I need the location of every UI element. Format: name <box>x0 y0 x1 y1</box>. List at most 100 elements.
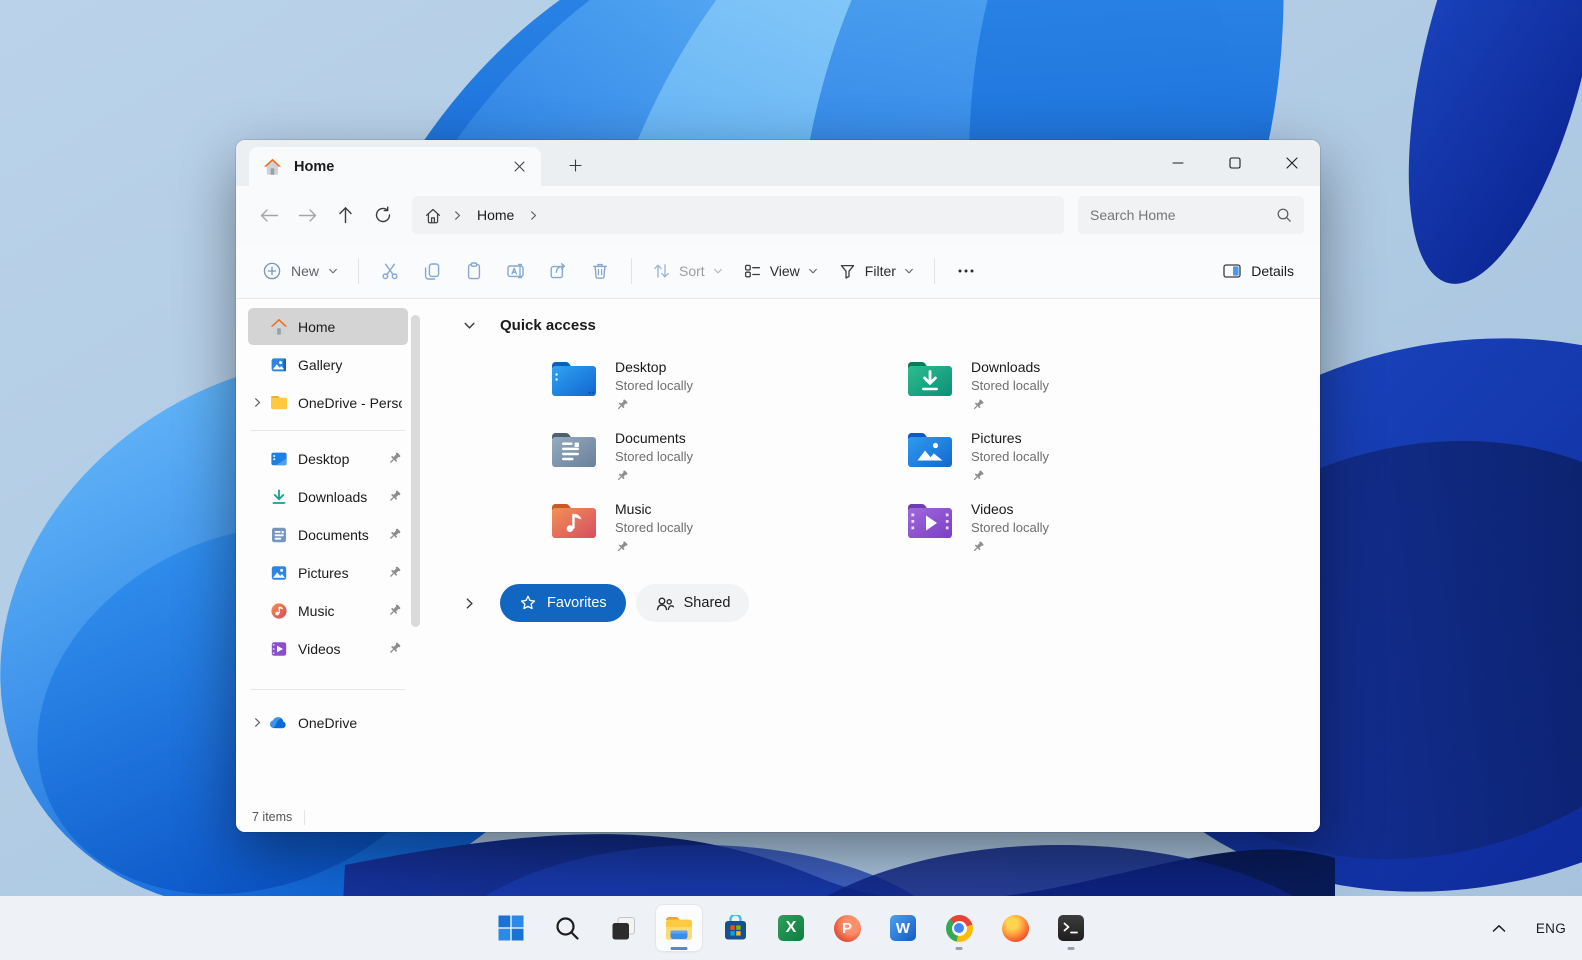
cut-button[interactable] <box>369 253 411 289</box>
status-separator <box>304 809 306 825</box>
filter-button[interactable]: Filter <box>828 256 924 286</box>
star-icon <box>520 595 536 610</box>
expand-chevron-icon[interactable] <box>252 717 269 729</box>
document-icon <box>269 525 288 544</box>
tile-pictures[interactable]: Pictures Stored locally <box>903 427 1213 485</box>
pin-icon <box>615 398 629 412</box>
command-toolbar: New Sort View Filter Details <box>236 244 1320 299</box>
delete-button[interactable] <box>579 253 621 289</box>
shared-pill-button[interactable]: Shared <box>635 584 750 622</box>
close-icon <box>513 161 525 172</box>
refresh-button[interactable] <box>364 197 402 233</box>
copy-button[interactable] <box>411 253 453 289</box>
toolbar-separator <box>631 258 633 284</box>
collapse-chevron-icon[interactable] <box>463 319 476 332</box>
language-indicator[interactable]: ENG <box>1536 921 1566 936</box>
sort-label: Sort <box>679 263 705 279</box>
sidebar-item-desktop[interactable]: Desktop <box>248 440 408 477</box>
sort-button[interactable]: Sort <box>642 256 733 286</box>
tile-music[interactable]: Music Stored locally <box>547 498 857 556</box>
running-app-indicator <box>955 947 963 950</box>
new-tab-button[interactable] <box>559 149 591 181</box>
back-button[interactable] <box>250 197 288 233</box>
search-icon[interactable] <box>1276 207 1292 223</box>
terminal-button[interactable] <box>1048 905 1094 951</box>
folder-icon <box>269 393 288 412</box>
share-button[interactable] <box>537 253 579 289</box>
view-icon <box>744 264 760 278</box>
breadcrumb-chevron-icon[interactable] <box>528 210 539 221</box>
maximize-icon <box>1228 157 1241 169</box>
sidebar-item-downloads[interactable]: Downloads <box>248 478 408 515</box>
chrome-icon <box>945 914 973 942</box>
sidebar-item-videos[interactable]: Videos <box>248 630 408 667</box>
expand-chevron-icon[interactable] <box>463 597 476 610</box>
running-app-indicator <box>1067 947 1075 950</box>
view-button[interactable]: View <box>733 256 828 286</box>
details-button[interactable]: Details <box>1212 256 1304 286</box>
plus-circle-icon <box>263 262 281 280</box>
word-button[interactable]: W <box>880 905 926 951</box>
pin-icon <box>387 527 402 542</box>
tab-close-button[interactable] <box>505 153 533 181</box>
pin-icon <box>971 469 985 483</box>
paste-button[interactable] <box>453 253 495 289</box>
item-count: 7 items <box>252 810 293 824</box>
window-controls <box>1149 140 1320 186</box>
arrow-right-icon <box>298 208 316 222</box>
address-bar[interactable]: Home <box>412 196 1064 234</box>
excel-button[interactable]: X <box>768 905 814 951</box>
navigation-bar: Home <box>236 186 1320 244</box>
tab-strip: Home <box>236 140 1320 186</box>
more-options-button[interactable] <box>945 253 987 289</box>
chrome-button[interactable] <box>936 905 982 951</box>
firefox-button[interactable] <box>992 905 1038 951</box>
tab-home[interactable]: Home <box>249 147 541 186</box>
music-folder-icon <box>552 504 596 538</box>
sidebar-item-onedrive[interactable]: OneDrive <box>248 704 408 741</box>
start-button[interactable] <box>488 905 534 951</box>
arrow-up-icon <box>338 207 352 224</box>
chevron-down-icon <box>904 266 914 276</box>
sidebar-item-pictures[interactable]: Pictures <box>248 554 408 591</box>
microsoft-store-button[interactable] <box>712 905 758 951</box>
close-window-button[interactable] <box>1263 140 1320 186</box>
file-explorer-taskbar-button[interactable] <box>656 905 702 951</box>
sidebar-item-gallery[interactable]: Gallery <box>248 346 408 383</box>
forward-button[interactable] <box>288 197 326 233</box>
new-button[interactable]: New <box>252 255 348 287</box>
tile-desktop[interactable]: Desktop Stored locally <box>547 356 857 414</box>
sidebar-item-music[interactable]: Music <box>248 592 408 629</box>
task-view-icon <box>612 916 635 939</box>
tile-downloads[interactable]: Downloads Stored locally <box>903 356 1213 414</box>
search-taskbar-button[interactable] <box>544 905 590 951</box>
sidebar-item-documents[interactable]: Documents <box>248 516 408 553</box>
tile-documents[interactable]: Documents Stored locally <box>547 427 857 485</box>
sidebar-item-home[interactable]: Home <box>248 308 408 345</box>
active-app-indicator <box>670 947 688 950</box>
breadcrumb-home[interactable]: Home <box>473 205 518 225</box>
favorites-pill-button[interactable]: Favorites <box>500 584 626 622</box>
sidebar-item-onedrive-personal[interactable]: OneDrive - Personal <box>248 384 408 421</box>
file-explorer-window: Home Home Search Home New Sort View Filt… <box>236 140 1320 832</box>
sidebar-scrollbar[interactable] <box>411 315 420 627</box>
tray-expand-button[interactable] <box>1492 924 1506 933</box>
minimize-button[interactable] <box>1149 140 1206 186</box>
pin-icon <box>387 489 402 504</box>
section-title: Quick access <box>500 317 596 334</box>
windows-logo-icon <box>498 915 524 941</box>
tile-videos[interactable]: Videos Stored locally <box>903 498 1213 556</box>
search-input[interactable] <box>1090 207 1276 223</box>
maximize-button[interactable] <box>1206 140 1263 186</box>
view-label: View <box>769 263 800 279</box>
rename-button[interactable] <box>495 253 537 289</box>
items-view: Quick access Desktop Stored locally Down… <box>427 299 1320 802</box>
details-pane-icon <box>1223 264 1241 278</box>
expand-chevron-icon[interactable] <box>252 397 269 409</box>
quick-access-header[interactable]: Quick access <box>463 317 1320 334</box>
breadcrumb-chevron-icon <box>452 210 463 221</box>
up-button[interactable] <box>326 197 364 233</box>
task-view-button[interactable] <box>600 905 646 951</box>
powerpoint-button[interactable]: P <box>824 905 870 951</box>
trash-icon <box>592 263 608 279</box>
